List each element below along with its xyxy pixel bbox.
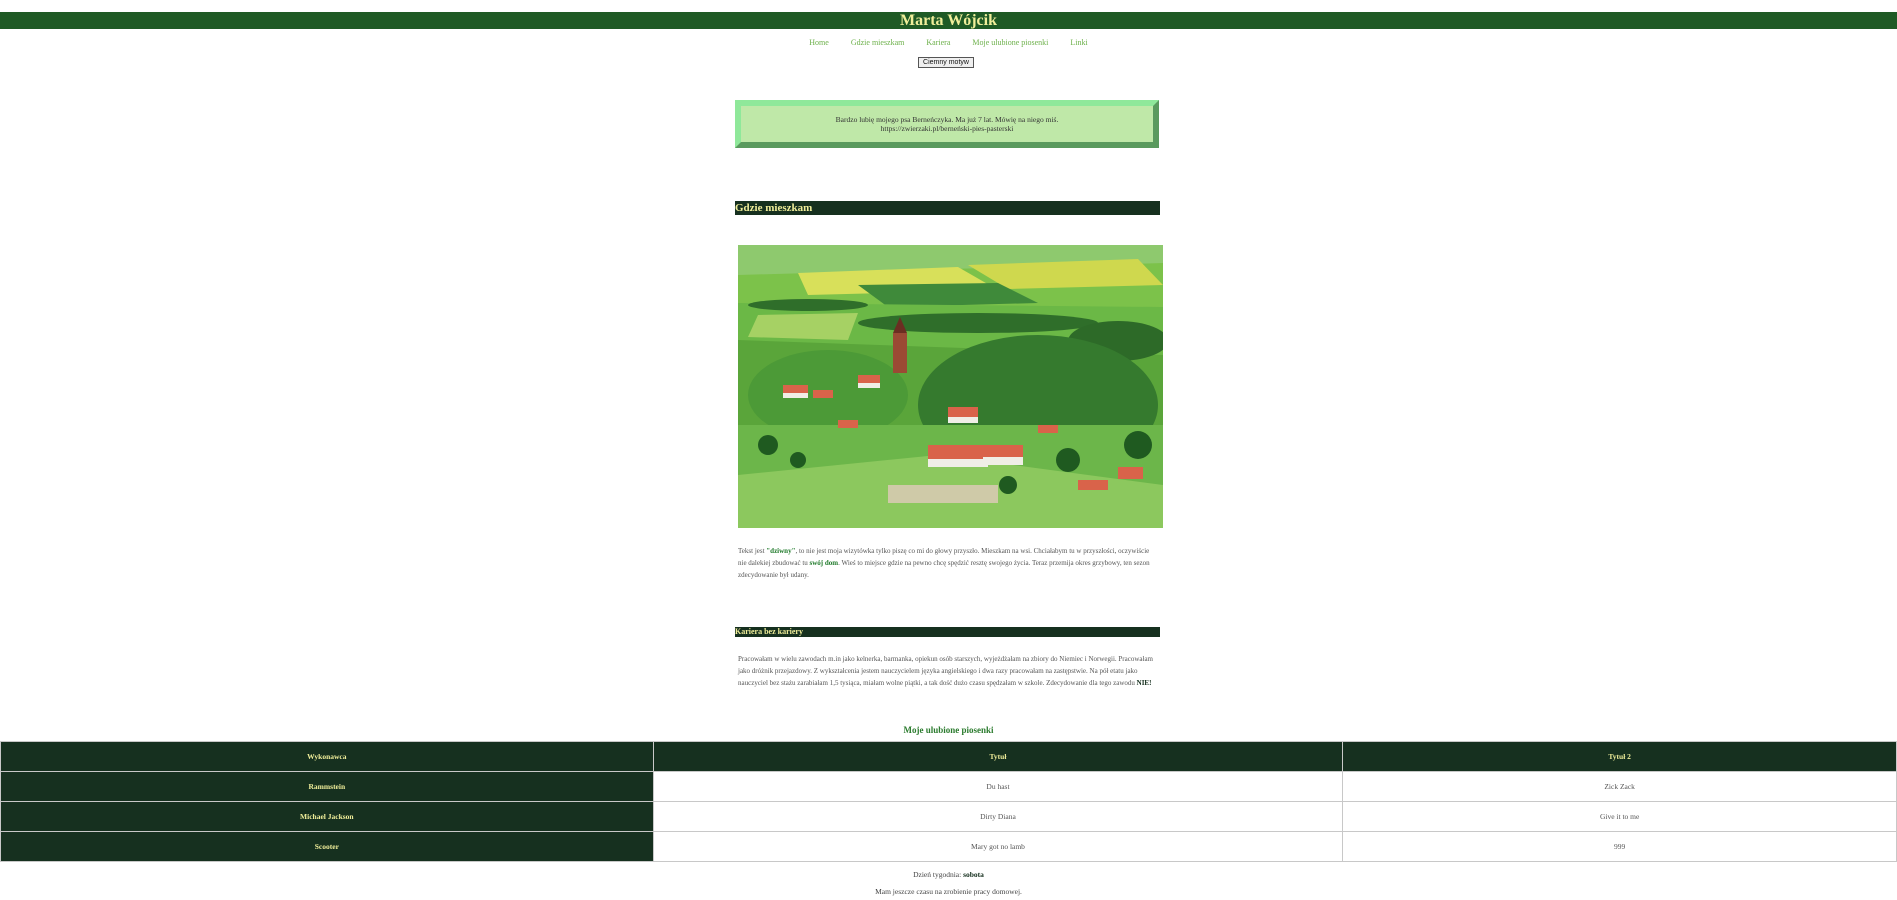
table-row: Scooter Mary got no lamb 999 [0, 831, 1897, 862]
column-header-wykonawca: Wykonawca [0, 741, 654, 772]
homework-note: Mam jeszcze czasu na zrobienie pracy dom… [875, 887, 1022, 896]
nav-link-kariera[interactable]: Kariera [926, 38, 950, 47]
site-header: Marta Wójcik [0, 12, 1897, 29]
nav-link-linki[interactable]: Linki [1070, 38, 1087, 47]
home-text-emphasis-dom: swój dom [809, 559, 839, 567]
table-row: Rammstein Du hast Zick Zack [0, 771, 1897, 802]
nav-link-piosenki[interactable]: Moje ulubione piosenki [972, 38, 1048, 47]
main-nav: Home Gdzie mieszkam Kariera Moje ulubion… [0, 38, 1897, 47]
dog-quote-box: Bardzo lubię mojego psa Berneńczyka. Ma … [735, 100, 1159, 148]
village-photo [738, 245, 1163, 528]
songs-table: Wykonawca Tytuł Tytuł 2 Rammstein Du has… [0, 741, 1897, 862]
artist-cell: Michael Jackson [0, 801, 654, 832]
home-text-emphasis-dziwny: "dziwny" [766, 547, 796, 555]
dark-theme-button[interactable]: Ciemny motyw [918, 57, 974, 68]
songs-title: Moje ulubione piosenki [903, 725, 994, 735]
career-text-emphasis: NIE! [1136, 679, 1152, 687]
nav-link-home[interactable]: Home [809, 38, 829, 47]
day-label: Dzień tygodnia: [913, 870, 964, 879]
title2-cell: Zick Zack [1342, 771, 1897, 802]
artist-cell: Scooter [0, 831, 654, 862]
career-text: Pracowałam w wielu zawodach m.in jako ke… [738, 655, 1153, 687]
title2-cell: Give it to me [1342, 801, 1897, 832]
table-header-row: Wykonawca Tytuł Tytuł 2 [0, 741, 1897, 772]
quote-link[interactable]: https://zwierzaki.pl/berneński-pies-past… [881, 124, 1014, 133]
career-paragraph: Pracowałam w wielu zawodach m.in jako ke… [738, 653, 1158, 689]
nav-link-gdzie-mieszkam[interactable]: Gdzie mieszkam [851, 38, 905, 47]
day-of-week-line: Dzień tygodnia: sobota [0, 870, 1897, 879]
artist-cell: Rammstein [0, 771, 654, 802]
section-heading-kariera: Kariera bez kariery [735, 627, 1160, 637]
title-cell: Du hast [652, 771, 1344, 802]
home-paragraph: Tekst jest "dziwny", to nie jest moja wi… [738, 545, 1158, 581]
day-value: sobota [963, 870, 984, 879]
column-header-tytul: Tytuł [652, 741, 1344, 772]
section-heading-gdzie-mieszkam: Gdzie mieszkam [735, 201, 1160, 215]
title-cell: Mary got no lamb [652, 831, 1344, 862]
title2-cell: 999 [1342, 831, 1897, 862]
table-row: Michael Jackson Dirty Diana Give it to m… [0, 801, 1897, 832]
quote-text: Bardzo lubię mojego psa Berneńczyka. Ma … [835, 115, 1059, 124]
column-header-tytul-2: Tytuł 2 [1342, 741, 1897, 772]
home-text-part1: Tekst jest [738, 547, 767, 555]
site-title: Marta Wójcik [899, 12, 997, 29]
title-cell: Dirty Diana [652, 801, 1344, 832]
